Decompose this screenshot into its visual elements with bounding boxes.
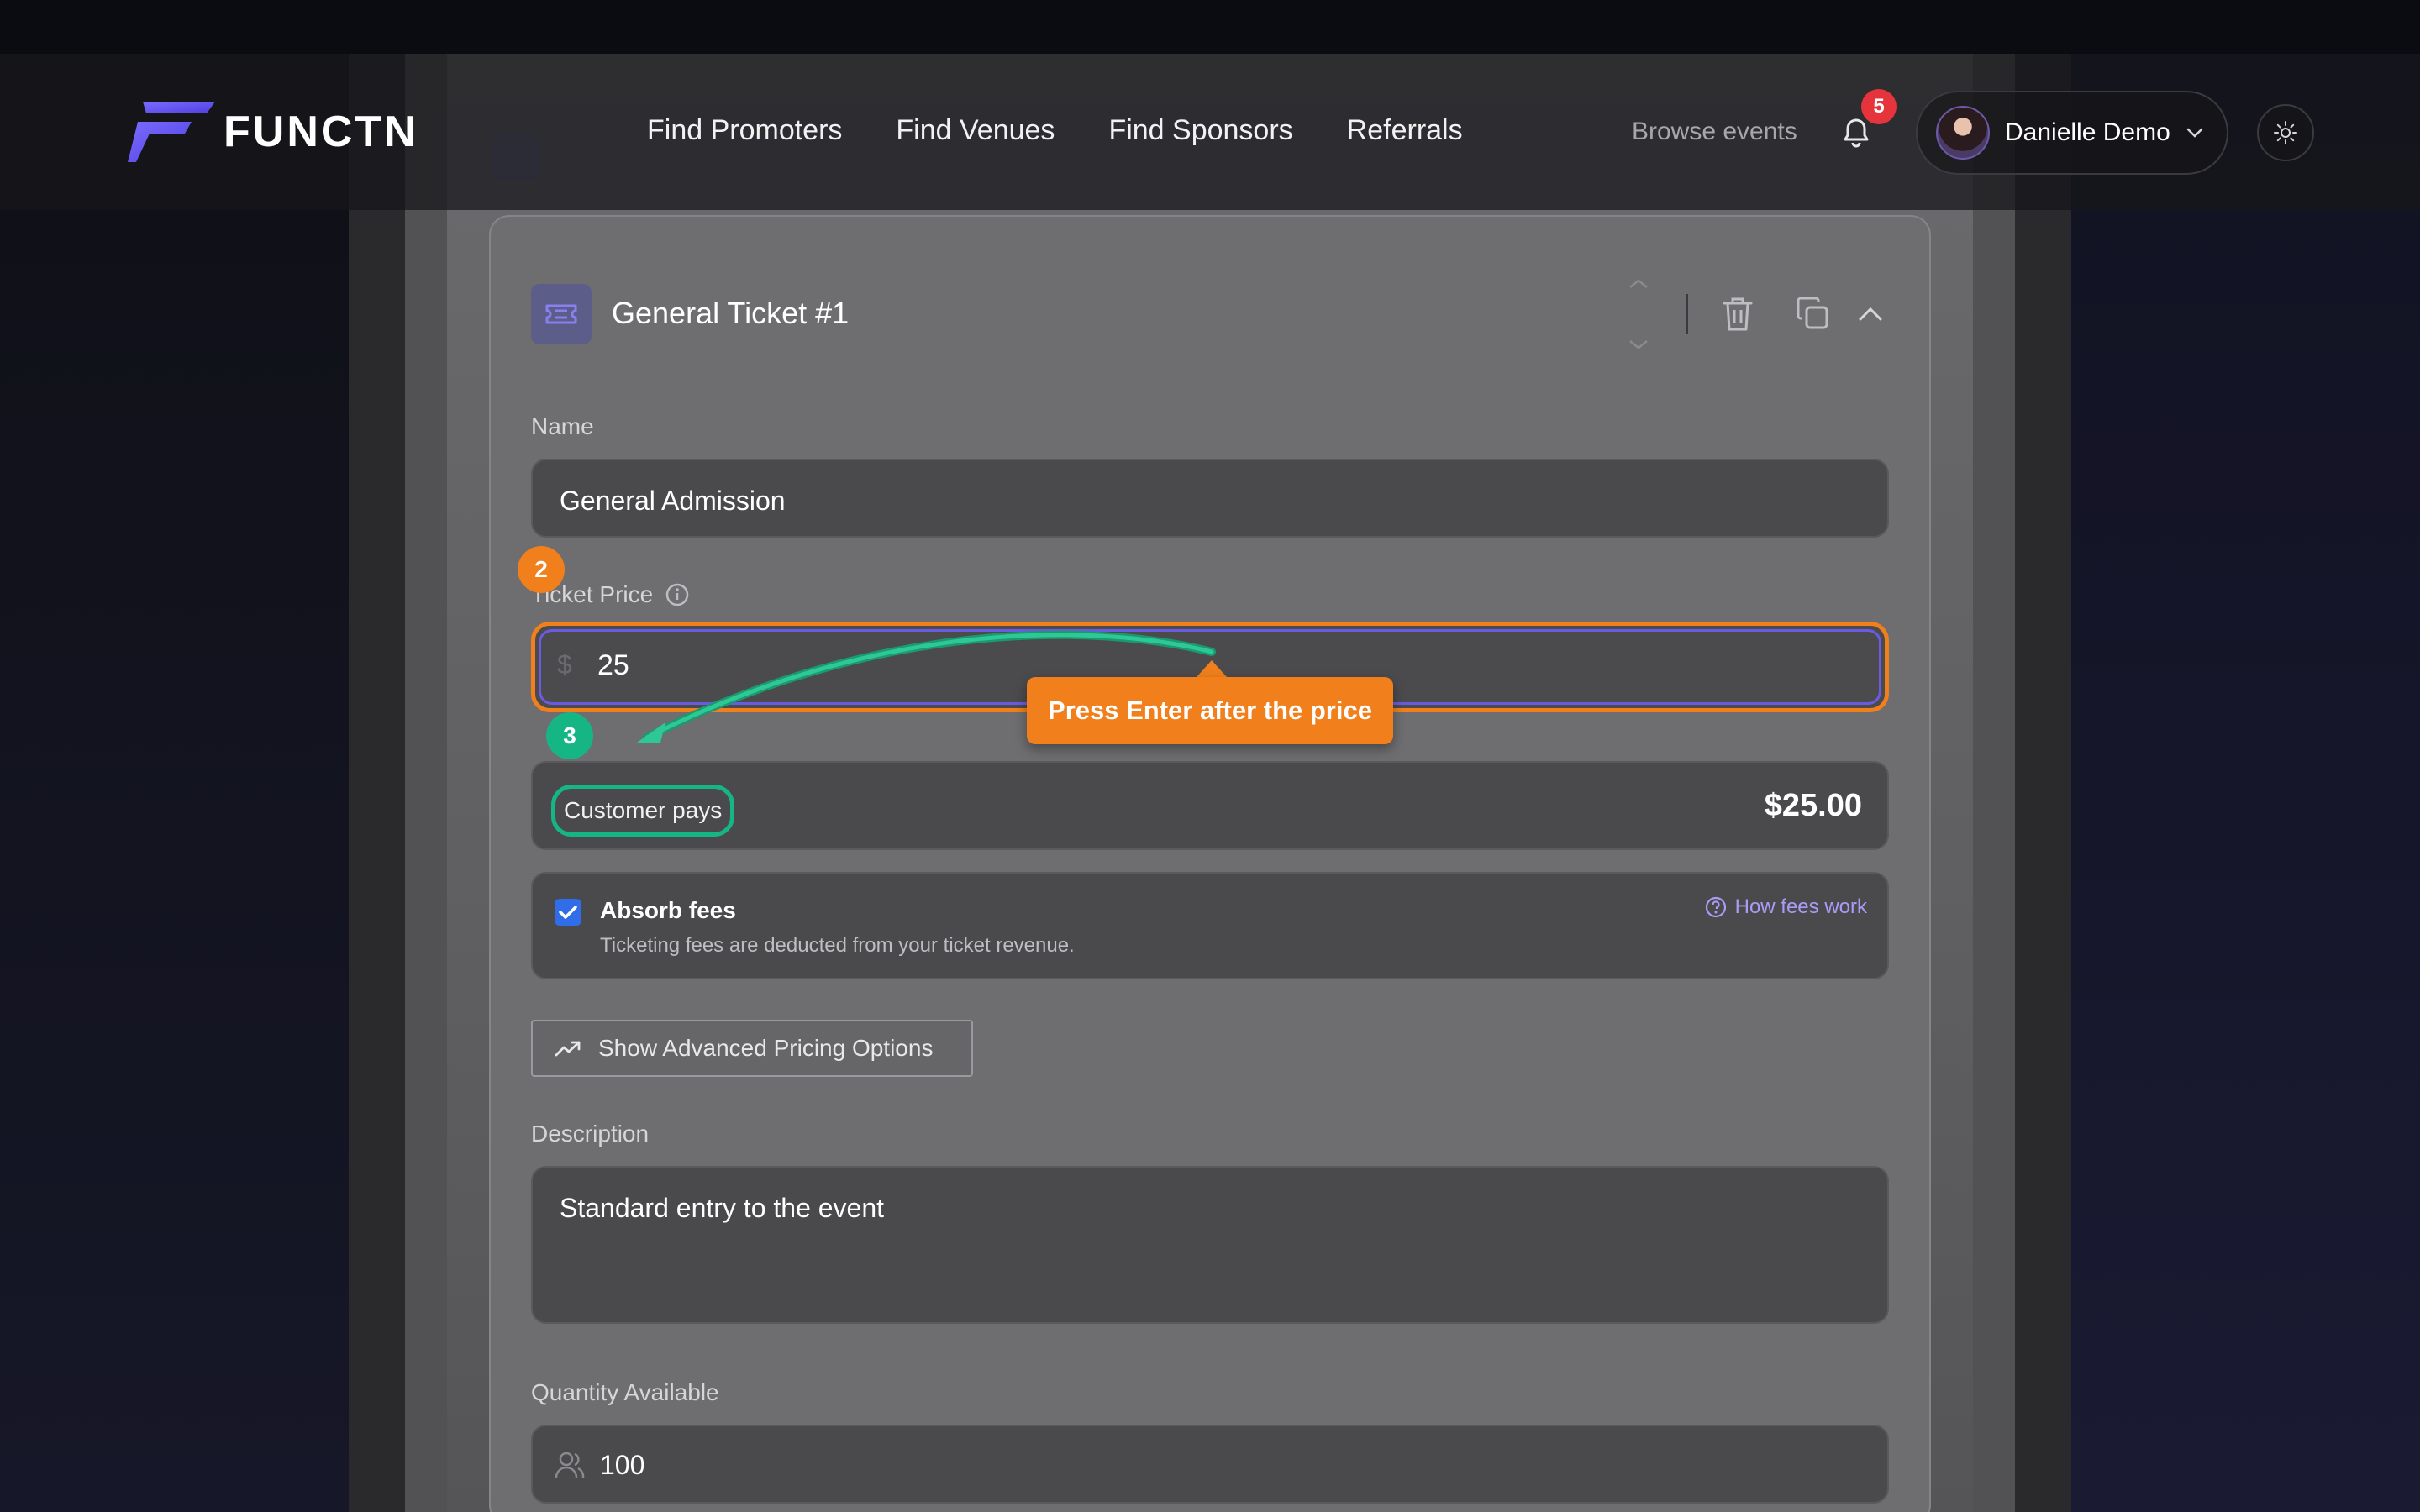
quantity-label: Quantity Available	[531, 1379, 719, 1405]
nav-find-sponsors[interactable]: Find Sponsors	[1108, 114, 1292, 147]
show-advanced-pricing-button[interactable]: Show Advanced Pricing Options	[531, 1020, 973, 1077]
nav-links: Find Promoters Find Venues Find Sponsors…	[647, 114, 1463, 147]
how-fees-work-text: How fees work	[1734, 895, 1867, 918]
chevron-down-icon	[2186, 128, 2203, 138]
nav-find-venues[interactable]: Find Venues	[896, 114, 1055, 147]
description-label: Description	[531, 1121, 650, 1147]
ticket-price-value: 25	[597, 649, 629, 681]
functn-logo-icon	[128, 102, 215, 162]
theme-toggle-button[interactable]	[2257, 104, 2314, 161]
step-badge-2: 2	[518, 546, 565, 593]
top-navbar: FUNCTN Find Promoters Find Venues Find S…	[0, 54, 2420, 210]
name-label: Name	[531, 413, 594, 439]
instruction-tooltip: Press Enter after the price	[1027, 677, 1393, 744]
browse-events-link[interactable]: Browse events	[1632, 118, 1797, 146]
toolbar-separator	[1686, 294, 1688, 334]
nav-referrals[interactable]: Referrals	[1347, 114, 1463, 147]
how-fees-work-link[interactable]: How fees work	[1705, 895, 1867, 919]
tooltip-pointer	[1197, 660, 1227, 677]
checkmark-icon	[559, 906, 577, 919]
advanced-pricing-label: Show Advanced Pricing Options	[598, 1035, 934, 1061]
customer-pays-label: Customer pays	[551, 785, 735, 837]
absorb-fees-box: Absorb fees Ticketing fees are deducted …	[531, 872, 1889, 979]
nav-find-promoters[interactable]: Find Promoters	[647, 114, 842, 147]
background-right	[2067, 54, 2420, 1512]
brand-name: FUNCTN	[224, 108, 418, 156]
quantity-value: 100	[600, 1450, 645, 1480]
background-left	[0, 54, 353, 1512]
description-textarea[interactable]: Standard entry to the event	[531, 1166, 1889, 1324]
absorb-fees-label: Absorb fees	[600, 897, 736, 923]
step-badge-3: 3	[546, 712, 593, 759]
user-menu-button[interactable]: Danielle Demo	[1916, 91, 2228, 175]
ticket-title: General Ticket #1	[612, 296, 850, 330]
notification-badge: 5	[1861, 89, 1897, 124]
name-input[interactable]: General Admission	[531, 459, 1889, 538]
user-name: Danielle Demo	[2005, 118, 2170, 146]
duplicate-icon[interactable]	[1795, 296, 1830, 331]
info-icon[interactable]	[665, 582, 690, 607]
sun-icon	[2274, 121, 2297, 144]
brand-logo[interactable]: FUNCTN	[128, 101, 418, 163]
top-strip	[0, 0, 2420, 54]
chevron-up-icon[interactable]	[1857, 302, 1884, 326]
trash-icon[interactable]	[1721, 296, 1754, 333]
absorb-fees-description: Ticketing fees are deducted from your ti…	[600, 934, 1075, 957]
quantity-input[interactable]: 100	[531, 1425, 1889, 1504]
description-value: Standard entry to the event	[560, 1193, 885, 1223]
avatar	[1936, 106, 1990, 160]
help-circle-icon	[1705, 896, 1726, 918]
ticket-icon	[531, 284, 592, 344]
absorb-fees-checkbox[interactable]	[555, 899, 581, 926]
users-icon	[555, 1452, 585, 1478]
trending-up-icon	[555, 1041, 581, 1057]
customer-pays-value: $25.00	[1764, 788, 1862, 823]
currency-symbol: $	[557, 649, 572, 680]
customer-pays-row: Customer pays $25.00	[531, 761, 1889, 850]
reorder-up-down-icon[interactable]	[1627, 274, 1650, 354]
name-input-value: General Admission	[560, 486, 786, 516]
